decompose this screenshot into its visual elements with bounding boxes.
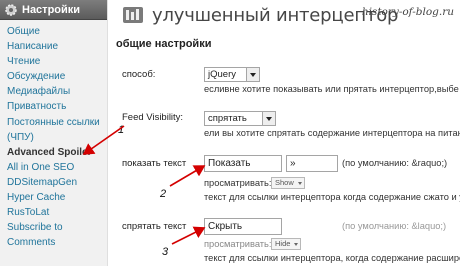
menu-item-ddsitemapgen[interactable]: DDSitemapGen [0, 175, 107, 190]
settings-menu: Общие Написание Чтение Обсуждение Медиаф… [0, 20, 107, 250]
show-suffix-input[interactable]: » [286, 155, 338, 172]
main-content: улучшенный интерцептор history-of-blog.r… [108, 0, 460, 266]
settings-gear-icon [5, 3, 17, 16]
hide-text-hint: текст для ссылки интерцептора, когда сод… [204, 253, 460, 263]
menu-item-privacy[interactable]: Приватность [0, 99, 107, 114]
chevron-down-icon [262, 112, 275, 125]
menu-item-media[interactable]: Медиафайлы [0, 84, 107, 99]
menu-item-permalinks-cont[interactable]: (ЧПУ) [0, 130, 107, 145]
hide-default-note: (по умолчанию: &laquo;) [342, 221, 447, 231]
show-text-label: показать текст [122, 158, 187, 169]
hide-preview-select[interactable]: Hide [271, 238, 302, 250]
settings-page-icon [123, 7, 143, 23]
show-text-hint: текст для ссылки интерцептора когда соде… [204, 192, 460, 202]
menu-item-reading[interactable]: Чтение [0, 54, 107, 69]
menu-item-advanced-spoiler[interactable]: Advanced Spoiler [0, 145, 107, 160]
admin-sidebar: Настройки Общие Написание Чтение Обсужде… [0, 0, 108, 266]
feed-visibility-select[interactable]: спрятать [204, 111, 276, 126]
show-text-input[interactable]: Показать [204, 155, 282, 172]
menu-item-all-in-one-seo[interactable]: All in One SEO [0, 160, 107, 175]
annotation-number-3: 3 [162, 246, 169, 258]
menu-item-hyper-cache[interactable]: Hyper Cache [0, 190, 107, 205]
feed-select-value: спрятать [208, 113, 247, 124]
method-select-value: jQuery [208, 69, 236, 80]
method-hint: есливне хотите показывать или прятать ин… [204, 84, 459, 94]
annotation-number-1: 1 [118, 124, 125, 136]
show-preview-label: просматривать: [204, 178, 272, 188]
show-preview-select[interactable]: Show [271, 177, 305, 189]
watermark: history-of-blog.ru [361, 6, 454, 18]
hide-text-input[interactable]: Скрыть [204, 218, 282, 235]
chevron-down-icon [246, 68, 259, 81]
menu-item-discussion[interactable]: Обсуждение [0, 69, 107, 84]
page-header: улучшенный интерцептор [122, 4, 398, 26]
menu-item-permalinks[interactable]: Постоянные ссылки [0, 115, 107, 130]
hide-text-label: спрятать текст [122, 221, 187, 232]
feed-visibility-label: Feed Visibility: [122, 112, 184, 123]
annotation-number-2: 2 [160, 188, 167, 200]
method-label: способ: [122, 69, 156, 80]
sidebar-title: Настройки [22, 3, 81, 16]
show-default-note: (по умолчанию: &raquo;) [342, 158, 448, 168]
menu-item-writing[interactable]: Написание [0, 39, 107, 54]
menu-item-general[interactable]: Общие [0, 24, 107, 39]
method-select[interactable]: jQuery [204, 67, 260, 82]
menu-item-subscribe-cont[interactable]: Comments [0, 235, 107, 250]
menu-item-rustolat[interactable]: RusToLat [0, 205, 107, 220]
feed-visibility-hint: ели вы хотите спрятать содержание интерц… [204, 128, 460, 138]
section-title: общие настройки [116, 38, 212, 50]
hide-preview-label: просматривать: [204, 239, 272, 249]
sidebar-header: Настройки [0, 0, 107, 20]
menu-item-subscribe[interactable]: Subscribe to [0, 220, 107, 235]
